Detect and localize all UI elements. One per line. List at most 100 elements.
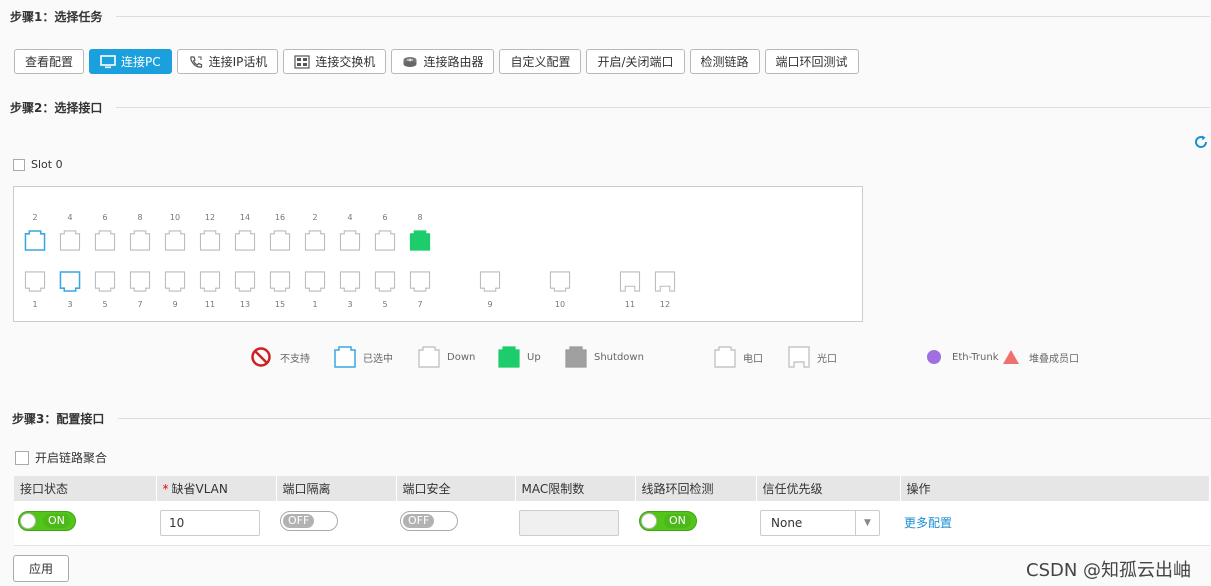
port-number: 10: [554, 300, 566, 309]
port-bottom-3[interactable]: [338, 271, 362, 292]
step1-header: 步骤1：选择任务: [10, 8, 1210, 25]
eth-trunk-icon: [927, 350, 941, 364]
apply-button[interactable]: 应用: [13, 555, 69, 582]
port-number: 2: [312, 213, 318, 222]
port-top-6[interactable]: [373, 230, 397, 251]
port-top-4[interactable]: [58, 230, 82, 251]
port-bottom-7[interactable]: [408, 271, 432, 292]
port-number: 4: [347, 213, 353, 222]
port-number: 12: [204, 213, 216, 222]
port-number: 8: [137, 213, 143, 222]
port-number: 8: [417, 213, 423, 222]
task-label: 自定义配置: [510, 55, 571, 69]
port-bottom-9[interactable]: [163, 271, 187, 292]
task-custom-config-button[interactable]: 自定义配置: [499, 49, 582, 74]
port-top-8[interactable]: [128, 230, 152, 251]
legend-down: Down: [417, 346, 475, 368]
divider: [118, 418, 1211, 419]
legend-optical: 光口: [787, 346, 837, 368]
port-top-16[interactable]: [268, 230, 292, 251]
port-top-4[interactable]: [338, 230, 362, 251]
loop-detect-toggle[interactable]: ON: [639, 511, 697, 532]
task-label: 连接交换机: [315, 55, 376, 69]
security-toggle[interactable]: OFF: [400, 511, 458, 532]
legend-up: Up: [497, 346, 541, 368]
legend-electric: 电口: [713, 346, 763, 368]
port-top-8[interactable]: [408, 230, 432, 251]
port-number: 3: [67, 300, 73, 309]
legend-label: Down: [447, 351, 476, 363]
vlan-input[interactable]: 10: [160, 509, 260, 536]
task-label: 检测链路: [700, 55, 749, 69]
port-bottom-1[interactable]: [303, 271, 327, 292]
mac-limit-input[interactable]: [519, 509, 619, 536]
trust-priority-select[interactable]: None ▼: [760, 509, 880, 536]
port-top-12[interactable]: [198, 230, 222, 251]
legend-label: 电口: [743, 353, 763, 365]
task-view-config-button[interactable]: 查看配置: [14, 49, 85, 74]
header-vlan-label: 缺省VLAN: [171, 482, 228, 496]
electric-port-icon: [714, 346, 736, 368]
task-connect-phone-button[interactable]: 连接IP话机: [176, 49, 279, 74]
legend-label: 堆叠成员口: [1029, 353, 1079, 365]
port-top-14[interactable]: [233, 230, 257, 251]
port-top-2[interactable]: [23, 230, 47, 251]
more-config-link[interactable]: 更多配置: [904, 516, 952, 530]
up-port-icon: [498, 346, 520, 368]
phone-icon: [190, 55, 202, 68]
port-extra-9[interactable]: [478, 271, 502, 292]
header-security: 端口安全: [396, 476, 516, 501]
task-connect-router-button[interactable]: 连接路由器: [391, 49, 495, 74]
port-bottom-5[interactable]: [93, 271, 117, 292]
aggregation-checkbox[interactable]: [15, 450, 29, 465]
selected-port-icon: [334, 346, 356, 368]
cell-status: ON: [14, 501, 156, 546]
port-extra-10[interactable]: [548, 271, 572, 292]
task-toggle-port-button[interactable]: 开启/关闭端口: [586, 49, 685, 74]
task-label: 连接IP话机: [208, 55, 268, 69]
legend-eth-trunk: Eth-Trunk: [922, 346, 998, 368]
step2-title: 步骤2：选择接口: [10, 101, 103, 115]
refresh-icon[interactable]: [1193, 134, 1209, 150]
port-bottom-7[interactable]: [128, 271, 152, 292]
port-bottom-15[interactable]: [268, 271, 292, 292]
port-number: 7: [137, 300, 143, 309]
port-top-6[interactable]: [93, 230, 117, 251]
task-check-link-button[interactable]: 检测链路: [689, 49, 760, 74]
task-connect-pc-button[interactable]: 连接PC: [89, 49, 172, 74]
port-number: 11: [624, 300, 636, 309]
table-header-row: 接口状态 * 缺省VLAN 端口隔离 端口安全 MAC限制数 线路环回检测 信任优…: [14, 476, 1210, 501]
divider: [116, 16, 1210, 17]
port-extra-12[interactable]: [653, 271, 677, 292]
cell-vlan: 10: [156, 501, 276, 546]
task-connect-switch-button[interactable]: 连接交换机: [283, 49, 387, 74]
port-number: 15: [274, 300, 286, 309]
task-bar: 查看配置 连接PC 连接IP话机 连接交换机 连接路由器 自定义配置 开启/关闭…: [14, 49, 859, 74]
header-status: 接口状态: [14, 476, 157, 501]
port-number: 9: [487, 300, 493, 309]
port-bottom-5[interactable]: [373, 271, 397, 292]
task-loopback-test-button[interactable]: 端口环回测试: [764, 49, 859, 74]
isolation-toggle[interactable]: OFF: [280, 511, 338, 532]
port-number: 4: [67, 213, 73, 222]
cell-mac-limit: [515, 501, 635, 546]
port-bottom-1[interactable]: [23, 271, 47, 292]
port-top-2[interactable]: [303, 230, 327, 251]
switch-icon: [294, 54, 311, 69]
slot-checkbox[interactable]: [13, 158, 25, 171]
aggregation-label: 开启链路聚合: [35, 451, 108, 465]
table-row: ON 10 OFF OFF ON None ▼ 更多配置: [14, 501, 1210, 546]
port-number: 10: [169, 213, 181, 222]
port-bottom-11[interactable]: [198, 271, 222, 292]
port-number: 9: [172, 300, 178, 309]
port-bottom-3[interactable]: [58, 271, 82, 292]
port-extra-11[interactable]: [618, 271, 642, 292]
port-bottom-13[interactable]: [233, 271, 257, 292]
legend-label: Shutdown: [594, 351, 644, 363]
port-panel: 2 4 6 8 10 12 14 16 2 4 6 8 1 3 5 7 9 11 13 15 1 3 5 7 9 10 11 12: [13, 186, 863, 322]
port-top-10[interactable]: [163, 230, 187, 251]
status-toggle[interactable]: ON: [18, 511, 76, 532]
task-label: 端口环回测试: [775, 55, 848, 69]
port-number: 11: [204, 300, 216, 309]
port-number: 7: [417, 300, 423, 309]
